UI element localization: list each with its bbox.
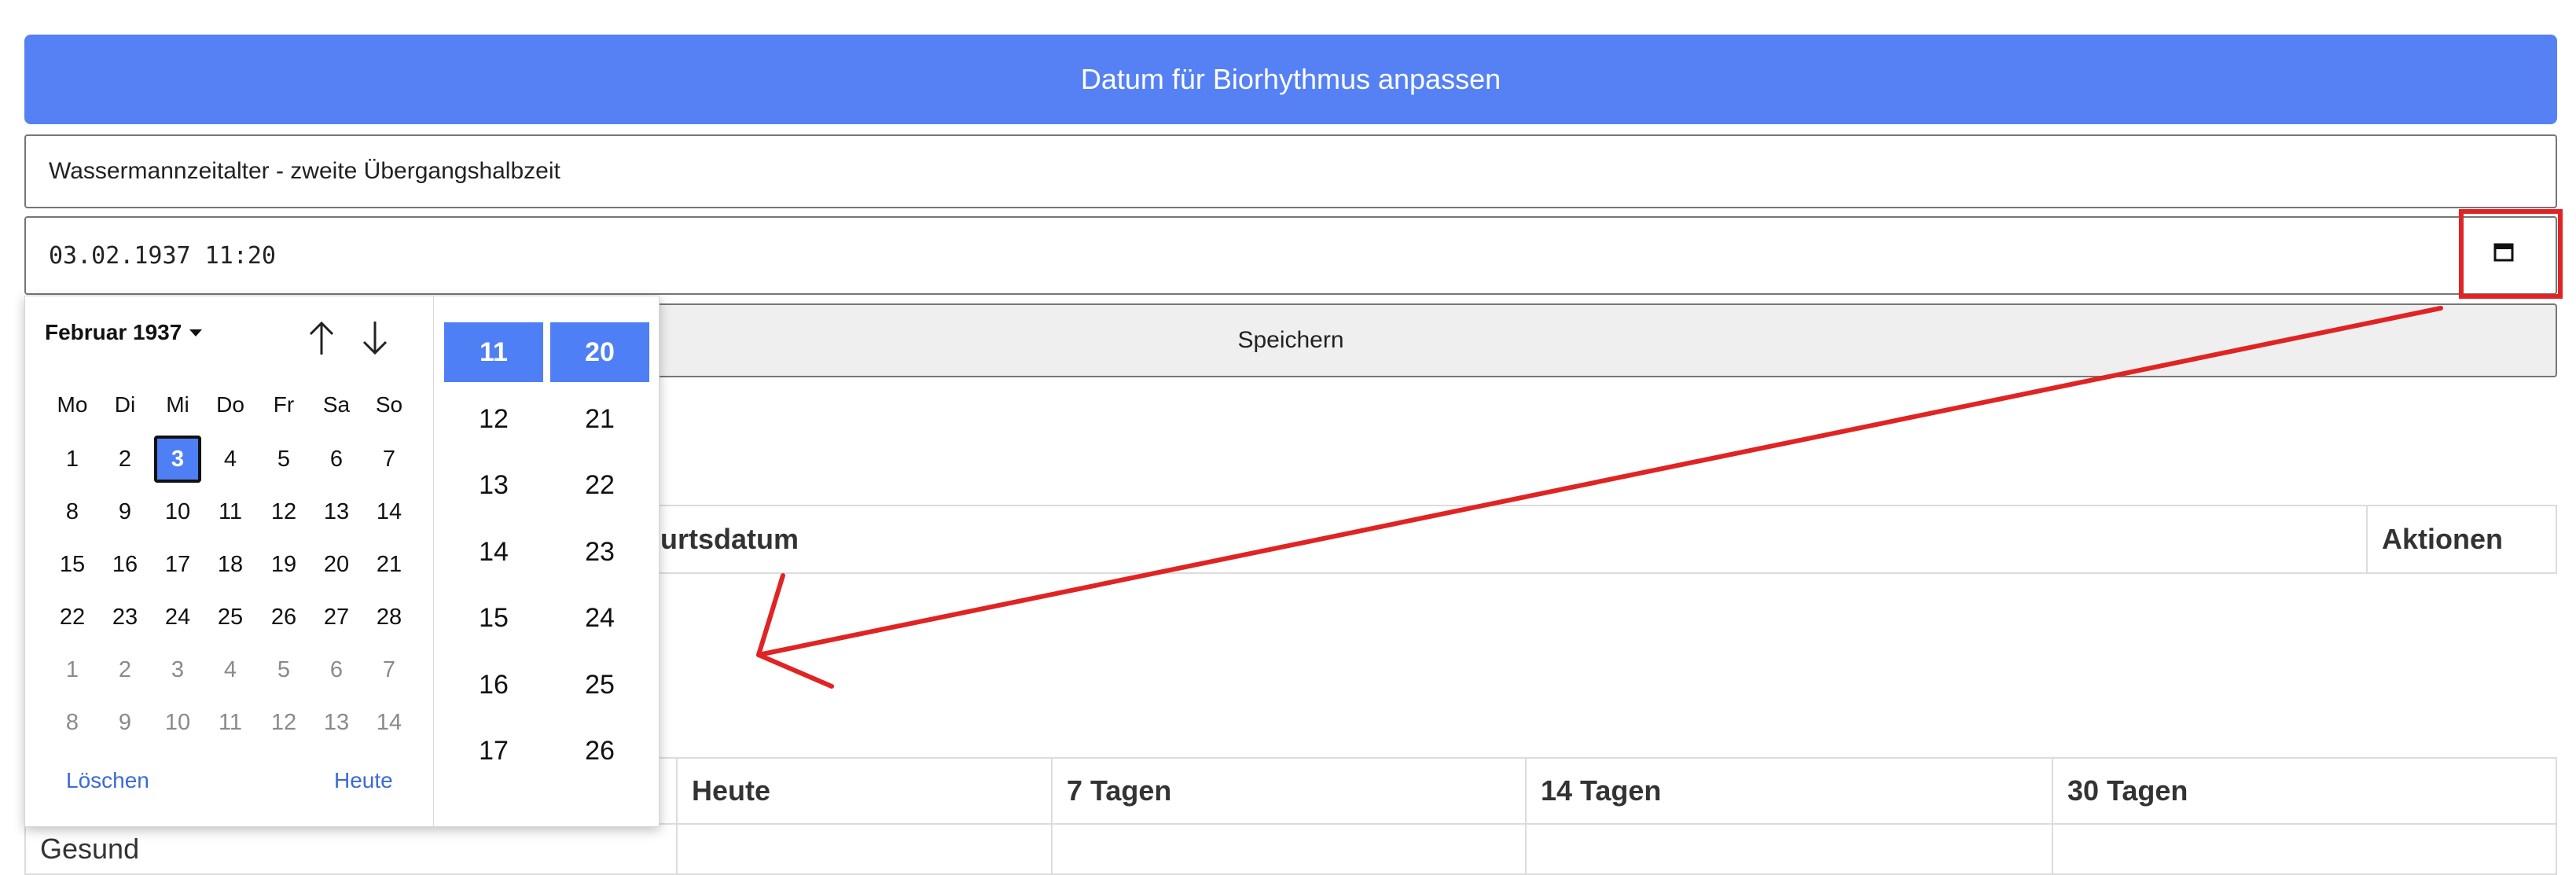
month-year-select[interactable]: Februar 1937 <box>45 320 203 345</box>
day-cell[interactable]: 14 <box>366 699 413 746</box>
hour-option[interactable]: 13 <box>444 455 543 515</box>
hour-option[interactable]: 11 <box>444 322 543 382</box>
day-cell[interactable]: 7 <box>366 646 413 693</box>
adjust-date-button[interactable]: Datum für Biorhythmus anpassen <box>24 35 2557 124</box>
day-cell[interactable]: 23 <box>101 594 149 641</box>
day-cell[interactable]: 19 <box>260 541 307 588</box>
day-cell[interactable]: 18 <box>207 541 254 588</box>
day-cell[interactable]: 10 <box>154 488 201 535</box>
minute-option[interactable]: 21 <box>550 389 649 449</box>
day-cell[interactable]: 9 <box>101 699 149 746</box>
day-cell[interactable]: 17 <box>154 541 201 588</box>
day-cell[interactable]: 5 <box>260 436 307 483</box>
caret-down-icon <box>189 329 203 336</box>
day-cell[interactable]: 11 <box>207 699 254 746</box>
annotation-highlight-box <box>2459 209 2563 299</box>
day-cell[interactable]: 22 <box>49 594 96 641</box>
weekday-label: Mi <box>166 392 189 417</box>
day-cell[interactable]: 1 <box>49 646 96 693</box>
day-cell[interactable]: 3 <box>154 436 201 483</box>
datetime-picker-popup: Februar 1937 Mo Di Mi Do Fr Sa So 1 2 3 4 5 6 7 8 9 10 1… <box>24 296 660 828</box>
datetime-input-value: 03.02.1937 11:20 <box>49 241 276 270</box>
day-cell[interactable]: 25 <box>207 594 254 641</box>
row-label: Gesund <box>24 823 678 875</box>
day-cell[interactable]: 6 <box>313 436 360 483</box>
minute-option[interactable]: 23 <box>550 522 649 582</box>
day-cell[interactable]: 13 <box>313 488 360 535</box>
minute-option[interactable]: 22 <box>550 455 649 515</box>
day-cell[interactable]: 3 <box>154 646 201 693</box>
hour-option[interactable]: 12 <box>444 389 543 449</box>
weekday-label: Sa <box>322 392 351 417</box>
day-cell[interactable]: 21 <box>366 541 413 588</box>
day-cell[interactable]: 12 <box>260 488 307 535</box>
adjust-date-label: Datum für Biorhythmus anpassen <box>1080 63 1501 95</box>
column-7-days: 7 Tagen <box>1051 757 1527 825</box>
table-cell <box>2052 823 2557 875</box>
weekday-label: So <box>375 392 403 417</box>
day-cell[interactable]: 14 <box>366 488 413 535</box>
column-today: Heute <box>676 757 1053 825</box>
weekday-label: Do <box>216 392 244 417</box>
weekday-label: Fr <box>273 392 295 417</box>
day-cell[interactable]: 11 <box>207 488 254 535</box>
hour-option[interactable]: 16 <box>444 655 543 715</box>
day-cell[interactable]: 2 <box>101 436 149 483</box>
column-14-days: 14 Tagen <box>1525 757 2053 825</box>
day-cell[interactable]: 28 <box>366 594 413 641</box>
hour-option[interactable]: 15 <box>444 588 543 648</box>
hour-option[interactable]: 14 <box>444 522 543 582</box>
day-cell[interactable]: 8 <box>49 699 96 746</box>
table-row: Gesund <box>24 823 2557 875</box>
day-cell[interactable]: 20 <box>313 541 360 588</box>
arrow-down-icon[interactable] <box>359 318 391 358</box>
day-cell[interactable]: 15 <box>49 541 96 588</box>
day-cell[interactable]: 6 <box>313 646 360 693</box>
day-cell[interactable]: 4 <box>207 436 254 483</box>
day-cell[interactable]: 10 <box>154 699 201 746</box>
minute-option[interactable]: 25 <box>550 655 649 715</box>
day-cell[interactable]: 9 <box>101 488 149 535</box>
table-cell <box>1525 823 2053 875</box>
day-cell[interactable]: 8 <box>49 488 96 535</box>
arrow-up-icon[interactable] <box>306 318 337 358</box>
column-actions: Aktionen <box>2366 505 2557 574</box>
weekday-label: Di <box>114 392 136 417</box>
day-cell[interactable]: 26 <box>260 594 307 641</box>
weekday-label: Mo <box>57 392 88 417</box>
name-input[interactable]: Wassermannzeitalter - zweite Übergangsha… <box>24 134 2557 208</box>
day-cell[interactable]: 16 <box>101 541 149 588</box>
month-year-label: Februar 1937 <box>45 320 182 344</box>
minute-option[interactable]: 20 <box>550 322 649 382</box>
day-cell[interactable]: 27 <box>313 594 360 641</box>
table-cell <box>676 823 1053 875</box>
day-cell[interactable]: 13 <box>313 699 360 746</box>
day-cell[interactable]: 24 <box>154 594 201 641</box>
name-input-value: Wassermannzeitalter - zweite Übergangsha… <box>49 158 560 184</box>
minute-option[interactable]: 24 <box>550 588 649 648</box>
day-cell[interactable]: 7 <box>366 436 413 483</box>
minute-option[interactable]: 26 <box>550 721 649 781</box>
day-cell[interactable]: 2 <box>101 646 149 693</box>
day-cell[interactable]: 4 <box>207 646 254 693</box>
today-button[interactable]: Heute <box>334 768 393 793</box>
hour-option[interactable]: 17 <box>444 721 543 781</box>
clear-button[interactable]: Löschen <box>66 768 149 793</box>
picker-divider <box>433 296 434 828</box>
column-30-days: 30 Tagen <box>2052 757 2557 825</box>
save-label: Speichern <box>1237 327 1344 353</box>
datetime-input[interactable]: 03.02.1937 11:20 <box>24 216 2557 295</box>
day-cell[interactable]: 5 <box>260 646 307 693</box>
day-cell[interactable]: 1 <box>49 436 96 483</box>
table-cell <box>1051 823 1527 875</box>
day-cell[interactable]: 12 <box>260 699 307 746</box>
